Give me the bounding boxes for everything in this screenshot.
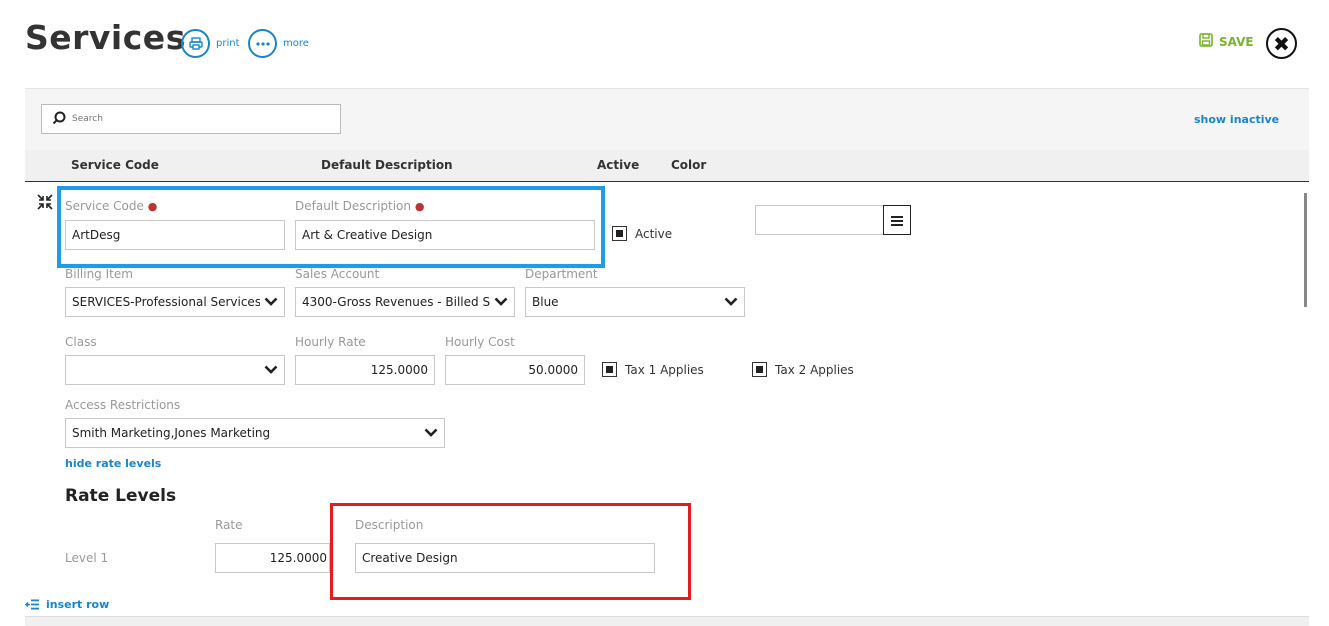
print-button[interactable]: print bbox=[181, 29, 240, 58]
active-checkbox[interactable] bbox=[612, 226, 627, 241]
print-label: print bbox=[216, 38, 240, 49]
column-header-service-code[interactable]: Service Code bbox=[71, 158, 159, 172]
column-header-active[interactable]: Active bbox=[597, 158, 639, 172]
tax2-checkbox[interactable] bbox=[752, 362, 767, 377]
menu-icon bbox=[891, 211, 903, 230]
chevron-down-icon bbox=[264, 363, 278, 377]
billing-item-select[interactable]: SERVICES-Professional Services bbox=[65, 287, 285, 317]
close-button[interactable]: ✖ bbox=[1266, 28, 1297, 59]
hourly-cost-input[interactable]: 50.0000 bbox=[445, 355, 585, 385]
active-checkbox-label: Active bbox=[635, 227, 673, 241]
hourly-rate-input[interactable]: 125.0000 bbox=[295, 355, 435, 385]
tax1-checkbox[interactable] bbox=[602, 362, 617, 377]
chevron-down-icon bbox=[494, 295, 508, 309]
chevron-down-icon bbox=[264, 295, 278, 309]
department-value: Blue bbox=[532, 295, 559, 309]
rate-level-rate-input[interactable]: 125.0000 bbox=[215, 543, 330, 573]
page-title: Services bbox=[25, 18, 186, 57]
close-icon: ✖ bbox=[1273, 31, 1290, 56]
insert-row-button[interactable]: insert row bbox=[24, 595, 110, 614]
color-menu-button[interactable] bbox=[883, 205, 911, 235]
insert-row-icon bbox=[24, 595, 40, 614]
collapse-icon[interactable] bbox=[37, 194, 53, 214]
scrollbar[interactable] bbox=[1304, 193, 1307, 307]
chevron-down-icon bbox=[424, 426, 438, 440]
more-button[interactable]: more bbox=[248, 29, 309, 58]
billing-item-label: Billing Item bbox=[65, 267, 133, 281]
sales-account-select[interactable]: 4300-Gross Revenues - Billed Ser bbox=[295, 287, 515, 317]
billing-item-value: SERVICES-Professional Services bbox=[72, 295, 260, 309]
access-restrictions-value: Smith Marketing,Jones Marketing bbox=[72, 426, 271, 440]
search-input[interactable] bbox=[72, 114, 322, 124]
department-select[interactable]: Blue bbox=[525, 287, 745, 317]
more-label: more bbox=[283, 38, 309, 49]
column-header-color[interactable]: Color bbox=[671, 158, 706, 172]
column-header-default-description[interactable]: Default Description bbox=[321, 158, 453, 172]
search-icon bbox=[52, 110, 66, 129]
class-select[interactable] bbox=[65, 355, 285, 385]
insert-row-label: insert row bbox=[46, 598, 110, 611]
chevron-down-icon bbox=[724, 295, 738, 309]
printer-icon bbox=[181, 29, 210, 58]
class-label: Class bbox=[65, 335, 97, 349]
department-label: Department bbox=[525, 267, 598, 281]
hourly-rate-label: Hourly Rate bbox=[295, 335, 366, 349]
color-input[interactable] bbox=[755, 205, 885, 235]
table-header bbox=[25, 150, 1309, 182]
highlight-box-blue bbox=[57, 186, 605, 268]
tax1-checkbox-label: Tax 1 Applies bbox=[625, 363, 704, 377]
hide-rate-levels-link[interactable]: hide rate levels bbox=[65, 457, 161, 470]
hourly-cost-label: Hourly Cost bbox=[445, 335, 515, 349]
bottom-bar bbox=[25, 616, 1309, 626]
sales-account-value: 4300-Gross Revenues - Billed Ser bbox=[302, 295, 490, 309]
access-restrictions-label: Access Restrictions bbox=[65, 398, 181, 412]
floppy-icon bbox=[1199, 33, 1213, 50]
save-button[interactable]: SAVE bbox=[1199, 33, 1254, 50]
more-dots-icon bbox=[248, 29, 277, 58]
rate-level-name: Level 1 bbox=[65, 551, 109, 565]
highlight-box-red bbox=[330, 503, 691, 600]
sales-account-label: Sales Account bbox=[295, 267, 380, 281]
rate-column-header: Rate bbox=[215, 518, 243, 532]
rate-levels-title: Rate Levels bbox=[65, 486, 177, 506]
show-inactive-link[interactable]: show inactive bbox=[1194, 113, 1279, 126]
tax2-checkbox-label: Tax 2 Applies bbox=[775, 363, 854, 377]
search-field[interactable] bbox=[41, 104, 341, 134]
access-restrictions-select[interactable]: Smith Marketing,Jones Marketing bbox=[65, 418, 445, 448]
save-label: SAVE bbox=[1219, 34, 1254, 49]
